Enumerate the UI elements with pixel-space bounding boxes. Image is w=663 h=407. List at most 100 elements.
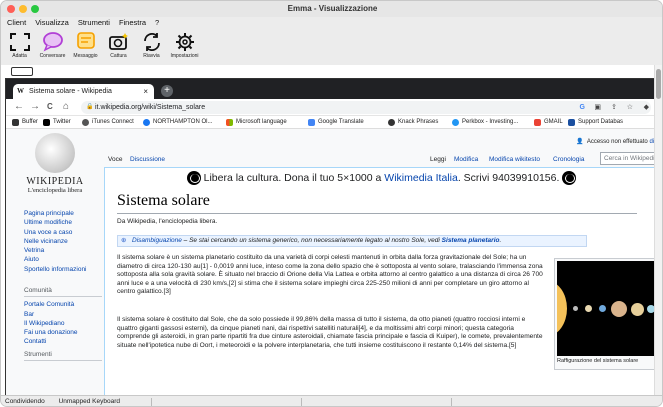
tab-modifica[interactable]: Modifica — [454, 152, 478, 167]
gmail-icon — [534, 119, 541, 126]
conversare-button[interactable]: Conversare — [37, 29, 68, 65]
sidebar-link[interactable]: Aiuto — [24, 255, 114, 264]
scrollbar-thumb[interactable] — [656, 69, 661, 99]
zoom-window-button[interactable] — [31, 5, 39, 13]
bookmark-perkbox[interactable]: Perkbox - Investing... — [452, 116, 518, 128]
wikimedia-italia-link[interactable]: Wikimedia Italia — [384, 172, 458, 184]
forward-button[interactable]: → — [30, 102, 40, 112]
impostazioni-button[interactable]: Impostazioni — [169, 29, 200, 65]
sidebar-link[interactable]: Fai una donazione — [24, 328, 114, 337]
sidebar-link[interactable]: Una voce a caso — [24, 228, 114, 237]
article-paragraph: Il sistema solare è un sistema planetari… — [117, 254, 543, 296]
bookmark-itunes[interactable]: iTunes Connect — [82, 116, 134, 128]
tab-voce[interactable]: Voce — [108, 152, 122, 167]
planet-shape — [631, 303, 644, 316]
thumbnail-caption: Raffigurazione del sistema solare — [557, 358, 639, 364]
tab-close-icon[interactable]: × — [143, 84, 148, 99]
messaggio-button[interactable]: Messaggio — [70, 29, 101, 65]
status-bar: Condividendo Unmapped Keyboard — [1, 395, 662, 406]
sidebar-link[interactable]: Nelle vicinanze — [24, 237, 114, 246]
menu-bar: Client Visualizza Strumenti Finestra ? — [1, 17, 662, 29]
bookmark-support[interactable]: Support Databas — [568, 116, 623, 128]
bookmark-label: Google Translate — [318, 119, 364, 125]
sidebar-heading: Comunità — [24, 286, 102, 298]
solar-system-thumbnail[interactable]: Raffigurazione del sistema solare — [554, 258, 657, 370]
sidebar-link[interactable]: Il Wikipediano — [24, 319, 114, 328]
browser-tab[interactable]: W Sistema solare - Wikipedia × — [13, 84, 154, 99]
cattura-button[interactable]: Cattura — [103, 29, 134, 65]
sidebar-link[interactable]: Ultime modifiche — [24, 218, 114, 227]
bookmark-label: Microsoft language — [236, 119, 287, 125]
home-button[interactable]: ⌂ — [63, 102, 69, 112]
adatta-label: Adatta — [12, 53, 27, 59]
sistema-planetario-link[interactable]: Sistema planetario — [442, 237, 500, 244]
disambiguation-text: – Se stai cercando un sistema generico, … — [181, 237, 442, 244]
wikipedia-page: WIKIPEDIA L'enciclopedia libera Pagina p… — [6, 129, 657, 396]
remote-screen[interactable]: W Sistema solare - Wikipedia × + ← → C ⌂… — [1, 65, 657, 396]
tab-modifica-wikitesto[interactable]: Modifica wikitesto — [489, 152, 540, 167]
tab-leggi[interactable]: Leggi — [430, 152, 446, 167]
sidebar-link[interactable]: Pagina principale — [24, 209, 114, 218]
perkbox-icon — [452, 119, 459, 126]
sidebar-link[interactable]: Portale Comunità — [24, 300, 114, 309]
lock-icon: 🔒 — [86, 104, 94, 110]
share-icon[interactable]: ⇪ — [611, 101, 617, 114]
disambiguation-link[interactable]: Disambiguazione — [132, 237, 182, 244]
wikipedia-logo[interactable]: WIKIPEDIA L'enciclopedia libera — [20, 133, 90, 194]
planet-shape — [585, 305, 592, 312]
riavvia-button[interactable]: Riavvia — [136, 29, 167, 65]
bookmark-microsoft[interactable]: Microsoft language — [226, 116, 287, 128]
tab-discussione[interactable]: Discussione — [130, 152, 165, 167]
window-title: Emma - Visualizzazione — [287, 4, 378, 13]
wikimedia-logo-icon — [562, 171, 577, 186]
close-window-button[interactable] — [7, 5, 15, 13]
sidebar-navigation: Pagina principale Ultime modifiche Una v… — [24, 209, 114, 274]
menu-client[interactable]: Client — [7, 17, 26, 29]
sidebar-link[interactable]: Sportello informazioni — [24, 265, 114, 274]
wiki-search-input[interactable]: Cerca in Wikipedi — [600, 152, 657, 165]
vertical-scrollbar[interactable] — [654, 65, 662, 395]
menu-visualizza[interactable]: Visualizza — [35, 17, 69, 29]
menu-strumenti[interactable]: Strumenti — [78, 17, 110, 29]
donation-banner: Libera la cultura. Dona il tuo 5×1000 a … — [105, 171, 657, 186]
title-bar: Emma - Visualizzazione — [1, 1, 662, 17]
bookmark-gmail[interactable]: GMAIL — [534, 116, 563, 128]
tab-strip: W Sistema solare - Wikipedia × + — [6, 79, 657, 99]
translate-icon[interactable]: ▣ — [594, 101, 601, 114]
menu-help[interactable]: ? — [155, 17, 159, 29]
planet-shape — [573, 306, 578, 311]
back-button[interactable]: ← — [14, 102, 24, 112]
status-keyboard: Unmapped Keyboard — [58, 398, 121, 405]
wikimedia-logo-icon — [186, 171, 201, 186]
tab-cronologia[interactable]: Cronologia — [553, 152, 584, 167]
bookmark-buffer[interactable]: Buffer — [12, 116, 38, 128]
reload-button[interactable]: C — [47, 102, 53, 112]
message-icon — [76, 32, 95, 49]
bookmark-label: NORTHAMPTON Ol... — [153, 119, 213, 125]
conversare-label: Conversare — [39, 53, 66, 59]
wikipedia-tagline: L'enciclopedia libera — [27, 187, 83, 194]
status-divider — [151, 398, 152, 406]
url-text: it.wikipedia.org/wiki/Sistema_solare — [95, 104, 206, 111]
adatta-button[interactable]: Adatta — [4, 29, 35, 65]
apple-icon — [82, 119, 89, 126]
menu-finestra[interactable]: Finestra — [119, 17, 146, 29]
sidebar-link[interactable]: Bar — [24, 310, 114, 319]
bookmark-google-translate[interactable]: Google Translate — [308, 116, 364, 128]
sidebar-link[interactable]: Vetrina — [24, 246, 114, 255]
bookmark-star-icon[interactable]: ☆ — [627, 101, 633, 114]
bookmark-knack[interactable]: Knack Phrases — [388, 116, 438, 128]
minimize-window-button[interactable] — [19, 5, 27, 13]
url-field[interactable]: 🔒 it.wikipedia.org/wiki/Sistema_solare G… — [81, 101, 651, 114]
google-lens-icon[interactable]: G — [580, 101, 585, 114]
new-tab-button[interactable]: + — [161, 85, 173, 97]
bookmark-northampton[interactable]: NORTHAMPTON Ol... — [143, 116, 213, 128]
facebook-icon — [143, 119, 150, 126]
settings-icon — [175, 33, 194, 51]
bookmark-label: GMAIL — [544, 119, 563, 125]
restart-icon — [143, 33, 160, 51]
bookmark-twitter[interactable]: Twitter — [43, 116, 71, 128]
extension-icon[interactable]: ◆ — [644, 101, 649, 114]
sidebar-link[interactable]: Contatti — [24, 337, 114, 346]
page-tabs: Voce Discussione Leggi Modifica Modifica… — [104, 152, 657, 167]
